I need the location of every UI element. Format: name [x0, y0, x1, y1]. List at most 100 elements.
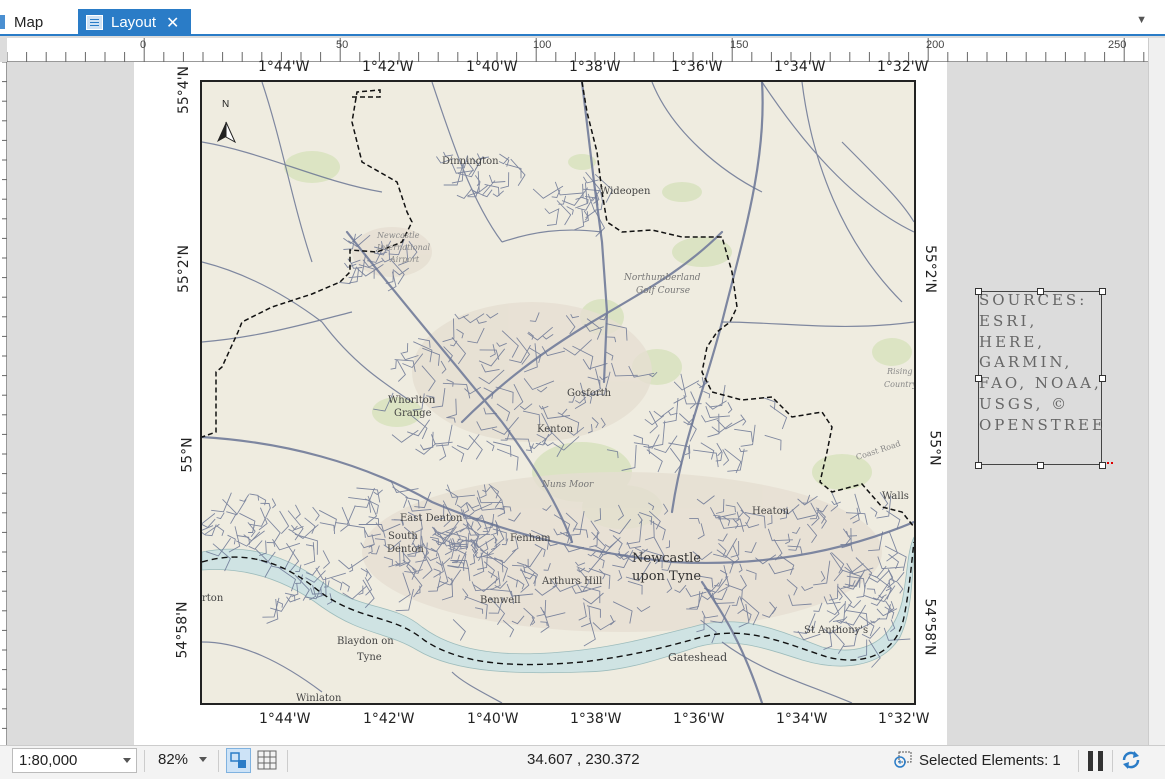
place-label: Benwell: [480, 595, 521, 606]
place-label: Gosforth: [567, 388, 612, 399]
resize-handle[interactable]: [975, 288, 982, 295]
scale-value: 1:80,000: [19, 752, 78, 769]
divider: [1078, 750, 1079, 772]
resize-handle[interactable]: [975, 462, 982, 469]
place-label: Fenham: [510, 533, 551, 544]
place-label: South: [388, 531, 418, 542]
chevron-down-icon: [123, 758, 131, 763]
divider: [218, 750, 219, 772]
place-label: Kenton: [537, 424, 574, 435]
ruler-label: 250: [1108, 39, 1127, 51]
place-label: Tyne: [357, 652, 382, 663]
tab-list-dropdown-icon[interactable]: ▼: [1136, 14, 1147, 26]
map-icon: [0, 15, 5, 29]
grid-label-left: 54°58'N: [174, 601, 191, 659]
grid-label-bottom: 1°38'W: [570, 711, 622, 727]
grid-label-right: 55°N: [926, 430, 943, 466]
vertical-ruler[interactable]: [0, 61, 7, 745]
grid-label-bottom: 1°42'W: [363, 711, 415, 727]
grid-label-top: 1°34'W: [774, 59, 826, 75]
place-label: Blaydon on: [337, 636, 394, 647]
place-label: Airport: [389, 255, 420, 264]
ruler-label: 200: [926, 39, 945, 51]
ruler-label: 100: [533, 39, 552, 51]
ruler-label: 50: [336, 39, 349, 51]
place-label: Walls: [882, 491, 909, 502]
place-label: Whorlton: [388, 395, 436, 406]
resize-handle[interactable]: [1037, 462, 1044, 469]
place-label: Denton: [387, 544, 424, 555]
place-label: St Anthony's: [804, 625, 868, 636]
place-label: Wideopen: [600, 186, 651, 197]
selected-elements-indicator[interactable]: Selected Elements: 1: [892, 750, 1061, 770]
sources-text: SOURCES: ESRI, HERE, GARMIN, FAO, NOAA, …: [979, 291, 1106, 434]
refresh-button[interactable]: [1120, 749, 1142, 775]
snap-to-icon: [230, 752, 246, 768]
place-label: Country: [884, 380, 914, 389]
grid-label-bottom: 1°36'W: [673, 711, 725, 727]
place-label: Gateshead: [668, 651, 727, 664]
place-label: Grange: [394, 408, 432, 419]
close-icon[interactable]: ✕: [166, 13, 179, 33]
pause-drawing-icon[interactable]: [1088, 751, 1104, 771]
grid-label-left: 55°2'N: [176, 244, 193, 294]
status-bar: 1:80,000 82% 34.607 , 230.372 Selected E…: [0, 745, 1165, 779]
grid-label-right: 55°2'N: [922, 244, 939, 294]
place-label: Northumberland: [623, 273, 701, 283]
place-label: Winlaton: [296, 693, 342, 703]
chevron-down-icon: [199, 757, 207, 762]
ruler-ticks: [2, 61, 7, 729]
divider: [1112, 750, 1113, 772]
grid-label-top: 1°36'W: [671, 59, 723, 75]
selected-elements-count: Selected Elements: 1: [919, 751, 1061, 769]
tab-layout[interactable]: Layout ✕: [78, 9, 191, 36]
grid-label-top: 1°42'W: [362, 59, 414, 75]
place-label: rton: [202, 593, 224, 604]
tab-map-label: Map: [14, 14, 44, 31]
place-label: Newcastle: [376, 231, 420, 240]
snap-to-button[interactable]: [226, 748, 251, 773]
place-label: Nuns Moor: [541, 480, 594, 490]
grid-label-left: 55°N: [179, 437, 196, 473]
grid-label-top: 1°32'W: [877, 59, 929, 75]
grid-button[interactable]: [256, 749, 278, 771]
divider: [287, 750, 288, 772]
grid-label-bottom: 1°44'W: [259, 711, 311, 727]
place-label: East Denton: [400, 513, 463, 524]
resize-handle[interactable]: [1099, 375, 1106, 382]
overflow-indicator: [1107, 462, 1113, 464]
layout-view-window: Map Layout ✕ ▼ 0 50 100 150 200 250 1°44…: [0, 0, 1165, 779]
scale-dropdown[interactable]: 1:80,000: [12, 748, 137, 773]
selected-elements-icon: [894, 751, 912, 768]
place-label: Newcastle: [632, 551, 701, 566]
resize-handle[interactable]: [1099, 288, 1106, 295]
grid-label-top: 1°38'W: [569, 59, 621, 75]
resize-handle[interactable]: [1037, 288, 1044, 295]
place-label: Heaton: [752, 506, 790, 517]
cursor-coordinates: 34.607 , 230.372: [527, 751, 640, 768]
layout-icon: [86, 15, 103, 30]
zoom-value: 82%: [158, 751, 189, 768]
grid-label-top: 1°40'W: [466, 59, 518, 75]
grid-label-bottom: 1°34'W: [776, 711, 828, 727]
basemap: N Dinnington Wideopen Newcastle Internat…: [202, 82, 914, 703]
tab-map[interactable]: Map: [0, 9, 74, 36]
grid-label-left: 55°4'N: [176, 65, 193, 115]
ruler-label: 0: [140, 39, 147, 51]
place-label: International: [376, 243, 431, 252]
map-frame[interactable]: N Dinnington Wideopen Newcastle Internat…: [200, 80, 916, 705]
place-label: upon Tyne: [632, 569, 701, 584]
place-label: Golf Course: [636, 286, 690, 296]
grid-label-bottom: 1°40'W: [467, 711, 519, 727]
resize-handle[interactable]: [1099, 462, 1106, 469]
place-label: Arthurs Hill: [541, 576, 602, 587]
sources-text-element[interactable]: SOURCES: ESRI, HERE, GARMIN, FAO, NOAA, …: [975, 288, 1113, 469]
grid-label-right: 54°58'N: [921, 598, 938, 656]
resize-handle[interactable]: [975, 375, 982, 382]
place-label: Rising: [886, 367, 913, 376]
vertical-scrollbar[interactable]: [1148, 38, 1165, 745]
refresh-icon: [1122, 751, 1140, 769]
tab-layout-label: Layout: [111, 14, 157, 31]
grid-label-bottom: 1°32'W: [878, 711, 930, 727]
zoom-dropdown[interactable]: 82%: [152, 748, 212, 773]
